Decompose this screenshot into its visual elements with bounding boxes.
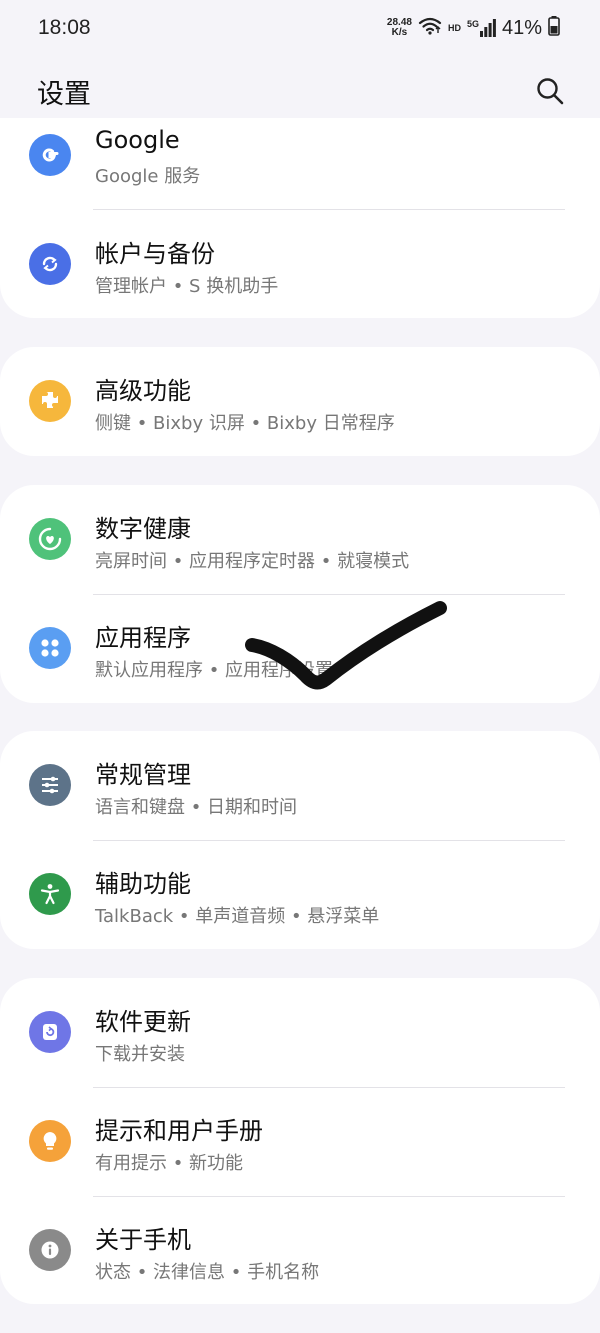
settings-item-subtitle: 默认应用程序 • 应用程序设置 [95, 660, 334, 681]
settings-item-advanced-features[interactable]: 高级功能 侧键 • Bixby 识屏 • Bixby 日常程序 [0, 347, 600, 456]
settings-item-title: 高级功能 [95, 377, 191, 405]
signal-icon: 5G [467, 19, 496, 37]
settings-item-title: 提示和用户手册 [95, 1117, 263, 1145]
settings-item-software-update[interactable]: 软件更新 下载并安装 [0, 978, 600, 1087]
network-speed-unit: K/s [391, 27, 408, 38]
page-title: 设置 [37, 78, 91, 110]
settings-item-title: 常规管理 [95, 761, 191, 789]
update-icon [29, 1011, 71, 1053]
settings-item-about-phone[interactable]: 关于手机 状态 • 法律信息 • 手机名称 [0, 1196, 600, 1305]
heart-ring-icon [29, 518, 71, 560]
settings-item-title: 关于手机 [95, 1226, 191, 1254]
network-speed: 28.48 K/s [387, 18, 412, 38]
status-icons: 28.48 K/s HD 5G 41% [387, 16, 560, 40]
settings-item-title: 软件更新 [95, 1008, 191, 1036]
network-type-label: 5G [466, 19, 479, 29]
settings-item-subtitle: 侧键 • Bixby 识屏 • Bixby 日常程序 [95, 413, 395, 434]
settings-item-tips-manual[interactable]: 提示和用户手册 有用提示 • 新功能 [0, 1087, 600, 1196]
search-icon [537, 78, 564, 105]
hd-indicator: HD [447, 23, 461, 33]
settings-item-title: 数字健康 [95, 515, 191, 543]
settings-item-google[interactable]: Google Google 服务 [0, 118, 600, 210]
settings-item-accounts-backup[interactable]: 帐户与备份 管理帐户 • S 换机助手 [0, 210, 600, 319]
settings-item-accessibility[interactable]: 辅助功能 TalkBack • 单声道音频 • 悬浮菜单 [0, 840, 600, 949]
accessibility-icon [29, 873, 71, 915]
google-icon [29, 134, 71, 176]
settings-item-digital-wellbeing[interactable]: 数字健康 亮屏时间 • 应用程序定时器 • 就寝模式 [0, 485, 600, 594]
settings-item-subtitle: TalkBack • 单声道音频 • 悬浮菜单 [95, 906, 380, 927]
status-bar: 18:08 28.48 K/s HD 5G 41% [0, 0, 600, 56]
sync-icon [29, 243, 71, 285]
settings-item-title: 辅助功能 [95, 870, 191, 898]
apps-grid-icon [29, 627, 71, 669]
search-button[interactable] [530, 71, 570, 111]
settings-item-title: Google [95, 126, 180, 154]
settings-item-subtitle: Google 服务 [95, 166, 201, 187]
settings-item-subtitle: 亮屏时间 • 应用程序定时器 • 就寝模式 [95, 551, 410, 572]
settings-item-subtitle: 下载并安装 [95, 1044, 185, 1065]
wifi-icon [418, 16, 442, 40]
settings-item-title: 应用程序 [95, 624, 191, 652]
settings-item-apps[interactable]: 应用程序 默认应用程序 • 应用程序设置 [0, 594, 600, 703]
settings-item-title: 帐户与备份 [95, 240, 215, 268]
status-time: 18:08 [38, 16, 91, 39]
settings-item-subtitle: 语言和键盘 • 日期和时间 [95, 797, 298, 818]
settings-item-general-management[interactable]: 常规管理 语言和键盘 • 日期和时间 [0, 731, 600, 840]
info-icon [29, 1229, 71, 1271]
settings-header: 设置 [0, 56, 600, 126]
puzzle-icon [29, 380, 71, 422]
settings-item-subtitle: 管理帐户 • S 换机助手 [95, 276, 279, 297]
sliders-icon [29, 764, 71, 806]
lightbulb-icon [29, 1120, 71, 1162]
settings-item-subtitle: 有用提示 • 新功能 [95, 1153, 244, 1174]
battery-percent: 41% [501, 16, 542, 39]
battery-icon [548, 16, 560, 40]
settings-item-subtitle: 状态 • 法律信息 • 手机名称 [95, 1262, 320, 1283]
